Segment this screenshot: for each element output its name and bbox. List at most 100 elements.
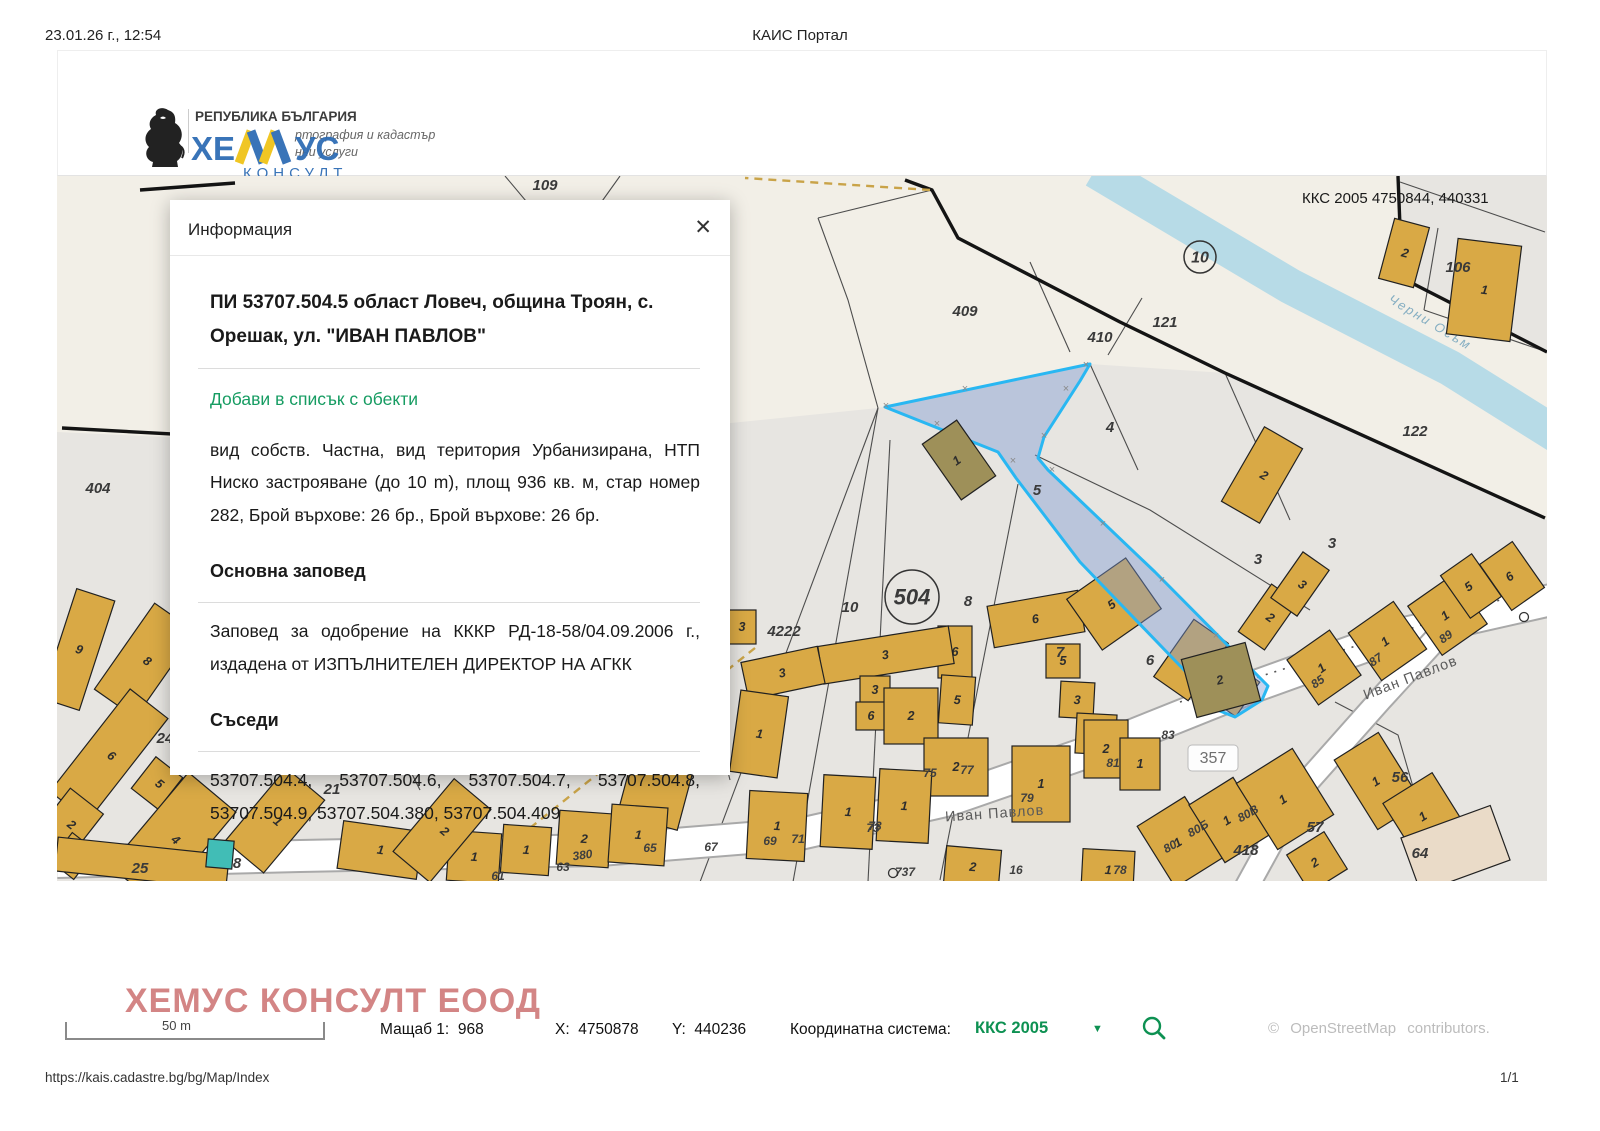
scale-value: 968 [458,1021,484,1038]
house-number-label: 61 [491,869,505,881]
parcel-number-label: 121 [1152,314,1177,331]
chevron-down-icon[interactable]: ▼ [1092,1023,1103,1035]
house-number-label: 77 [960,763,975,777]
osm-attribution: © OpenStreetMap contributors. [1268,1020,1490,1037]
house-number-label: 81 [1106,756,1120,770]
parcel-title: ПИ 53707.504.5 област Ловеч, община Троя… [210,286,715,354]
add-to-objects-link[interactable]: Добави в списък с обекти [210,383,418,415]
house-number-label: 65 [643,841,657,855]
parcel-number-label: 25 [131,860,149,877]
vertex-tick: × [934,418,940,430]
hemus-eood-watermark: ХЕМУС КОНСУЛТ ЕООД [125,982,541,1021]
parcel-number-label: 64 [1412,845,1429,862]
house-number-label: 737 [895,865,916,879]
building-number: 2 [1102,742,1110,756]
building-number: 6 [868,709,876,723]
parcel-number-label: 6 [1146,652,1155,669]
parcel-number-label: 404 [84,480,111,497]
building-number: 2 [968,860,977,875]
parcel-number-label: 3 [1328,535,1337,552]
building-number: 2 [907,709,915,723]
building-number: 2 [952,760,960,774]
house-number-label: 83 [1161,728,1175,742]
search-icon[interactable] [1140,1014,1168,1042]
building-number: 1 [773,819,781,833]
neighbors-text: 53707.504.4, 53707.504.6, 53707.504.7, 5… [210,764,700,829]
close-icon[interactable]: ✕ [694,215,712,240]
road-number-label: 357 [1200,750,1227,767]
coord-y-value: 440236 [694,1021,746,1038]
scale-bar-label: 50 m [162,1018,191,1033]
parcel-number-label: 5 [1033,482,1042,499]
building-number: 1 [1137,757,1144,771]
building-number: 1 [634,828,642,842]
logo-divider [188,109,189,153]
info-panel-header: Информация ✕ [170,200,730,256]
hemus-zigzag-icon [235,123,295,165]
building-number: 1 [900,799,908,813]
house-number-label: 78 [1113,863,1127,877]
parcel-number-label: 410 [1086,329,1113,346]
republic-label: РЕПУБЛИКА БЪЛГАРИЯ [195,109,357,124]
building-number: 1 [470,850,478,864]
parcel-number-label: 4 [1105,419,1115,436]
info-panel-title: Информация [188,220,292,240]
panel-divider [198,751,700,752]
vertex-tick: × [1083,359,1089,371]
parcel-number-label: 56 [1392,769,1409,786]
print-page-title: КАИС Портал [0,27,1600,44]
parcel-details-text: вид собств. Частна, вид територия Урбани… [210,434,700,531]
parcel-number-label: 109 [532,177,558,194]
vertex-tick: × [1100,518,1106,530]
vertex-tick: × [1063,383,1069,395]
panel-divider [198,368,700,369]
map-circle-number: 10 [1191,250,1209,267]
vertex-tick: × [1041,430,1047,442]
house-number-label: 75 [923,766,937,780]
house-number-label: 69 [763,834,777,848]
hemus-right-text: УС [295,132,339,165]
house-number-label: 380 [572,847,594,864]
vertex-tick: × [1213,630,1219,642]
crs-dropdown[interactable]: ККС 2005 [975,1019,1048,1038]
map-building[interactable] [206,839,234,869]
parcel-number-label: 7 [1056,644,1065,661]
app-header: РЕПУБЛИКА БЪЛГАРИЯ ртография и кадастър … [57,50,1547,176]
building-number: 2 [579,832,588,847]
map-crs-reference: ККС 2005 4750844, 440331 [1302,190,1489,207]
info-panel: Информация ✕ ПИ 53707.504.5 област Ловеч… [170,200,730,775]
parcel-number-label: 106 [1445,259,1471,276]
vertex-tick: × [1159,574,1165,586]
parcel-number-label: 3 [1254,551,1263,568]
house-number-label: 71 [791,832,805,846]
coord-x-value: 4750878 [578,1021,638,1038]
coord-x: X: 4750878 [555,1021,639,1039]
parcel-number-label: 409 [951,303,978,320]
vertex-tick: × [1010,455,1016,467]
print-url: https://kais.cadastre.bg/bg/Map/Index [45,1070,269,1085]
parcel-number-label: 57 [1307,819,1324,836]
vertex-tick: × [1049,464,1055,476]
house-number-label: 73 [866,821,880,835]
building-number: 3 [872,683,879,697]
house-number-label: 63 [556,860,570,874]
neighbors-heading: Съседи [210,704,700,737]
info-panel-body: ПИ 53707.504.5 област Ловеч, община Троя… [170,256,730,829]
house-number-label: 67 [704,840,719,854]
order-heading: Основна заповед [210,555,700,588]
hemus-left-text: ХЕ [191,132,235,165]
parcel-number-label: 10 [842,599,859,616]
parcel-number-label: 8 [964,593,973,610]
panel-divider [198,602,700,603]
building-number: 1 [844,805,852,819]
print-page-number: 1/1 [1500,1070,1519,1085]
parcel-number-label: 418 [1232,842,1259,859]
parcel-number-label: 8 [233,855,242,872]
vertex-tick: × [883,400,889,412]
coord-y: Y: 440236 [672,1021,746,1039]
crs-label: Координатна система: [790,1021,951,1039]
building-number: 1 [1038,777,1045,791]
map-circle-number: 504 [894,585,931,610]
vertex-tick: × [962,383,968,395]
map-scale-bar: 50 m [65,1022,325,1040]
